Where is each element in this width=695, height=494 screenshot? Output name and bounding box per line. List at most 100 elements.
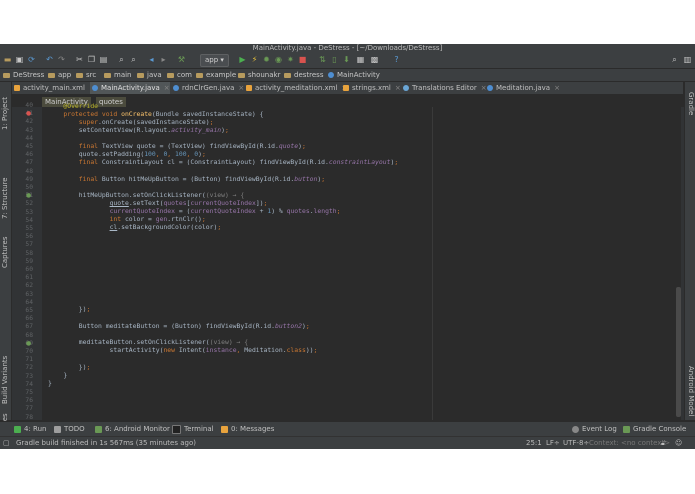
tool-messages[interactable]: 0: Messages: [221, 422, 274, 436]
line-number: 43: [25, 126, 33, 134]
line-separator[interactable]: LF÷: [546, 437, 560, 449]
xml-file-icon: [343, 85, 349, 91]
android-device-monitor-icon[interactable]: ▩: [370, 55, 379, 64]
line-number: 64: [25, 298, 33, 306]
sdk-manager-icon[interactable]: ⬇: [342, 55, 351, 64]
make-project-icon[interactable]: ⚒: [177, 55, 186, 64]
nav-crumb[interactable]: com: [167, 69, 192, 81]
editor-breadcrumb-item[interactable]: quotes: [96, 97, 126, 107]
run-icon[interactable]: ▶: [238, 55, 247, 64]
tab-mainactivity-java[interactable]: MainActivity.java ×: [90, 82, 170, 94]
nav-crumb[interactable]: DeStress: [3, 69, 44, 81]
undo-icon[interactable]: ↶: [45, 55, 54, 64]
implement-marker-icon[interactable]: ●: [26, 193, 32, 199]
line-number: 48: [25, 167, 33, 175]
tab-activity-main-xml[interactable]: activity_main.xml×: [12, 82, 95, 94]
nav-crumb[interactable]: example: [196, 69, 236, 81]
tool-window-captures[interactable]: Captures: [0, 232, 11, 272]
nav-crumb[interactable]: java: [137, 69, 162, 81]
tool-run[interactable]: 4: Run: [14, 422, 46, 436]
lock-icon[interactable]: 🔓︎: [661, 437, 666, 449]
profile-icon[interactable]: ◉: [274, 55, 283, 64]
tool-window-gradle[interactable]: Gradle: [685, 86, 695, 122]
tab-meditation-java[interactable]: Meditation.java ×: [485, 82, 561, 94]
tab-activity-meditation-xml[interactable]: activity_meditation.xml×: [244, 82, 347, 94]
line-number: 57: [25, 241, 33, 249]
override-marker-icon[interactable]: ●: [26, 111, 32, 117]
folder-icon: [104, 72, 111, 78]
nav-crumb[interactable]: MainActivity: [328, 69, 380, 81]
nav-crumb[interactable]: app: [48, 69, 71, 81]
nav-crumb[interactable]: shounakr: [238, 69, 280, 81]
copy-icon[interactable]: ❐: [87, 55, 96, 64]
status-message[interactable]: Gradle build finished in 1s 567ms (35 mi…: [16, 437, 196, 449]
hector-icon[interactable]: ☺︎: [675, 437, 682, 449]
tool-window-structure[interactable]: 7: Structure: [0, 170, 11, 226]
code-line: meditateButton.setOnClickListener((view)…: [48, 338, 249, 346]
attach-debugger-icon[interactable]: ✷: [286, 55, 295, 64]
code-line: @Override: [63, 102, 99, 110]
replace-icon[interactable]: ⌕: [129, 55, 138, 64]
tool-terminal[interactable]: Terminal: [172, 422, 214, 436]
code-editor[interactable]: 40 41 42 43 44 45 46 47 48 49 50 51 52 53 54 55 56 57 58 59…: [12, 102, 684, 421]
tool-gradle-console[interactable]: Gradle Console: [623, 422, 686, 436]
line-number: 74: [25, 380, 33, 388]
code-line: hitMeUpButton.setOnClickListener((view) …: [48, 191, 245, 199]
tool-android-monitor[interactable]: 6: Android Monitor: [95, 422, 170, 436]
paste-icon[interactable]: ▤: [99, 55, 108, 64]
sync-gradle-icon[interactable]: ⇅: [318, 55, 327, 64]
redo-icon[interactable]: ↷: [57, 55, 66, 64]
tool-todo[interactable]: TODO: [54, 422, 85, 436]
implement-marker-icon[interactable]: ●: [26, 341, 32, 347]
tool-window-android-model[interactable]: Android Model: [685, 362, 695, 420]
debug-icon[interactable]: ✹: [262, 55, 271, 64]
stop-icon[interactable]: ■: [298, 55, 307, 64]
caret-position[interactable]: 25:1: [526, 437, 542, 449]
folder-icon: [284, 72, 291, 78]
nav-crumb[interactable]: src: [76, 69, 96, 81]
folder-icon: [3, 72, 10, 78]
folder-icon: [76, 72, 83, 78]
sync-icon[interactable]: ⟳: [27, 55, 36, 64]
search-everywhere-icon[interactable]: ⌕: [670, 55, 679, 64]
tool-event-log[interactable]: Event Log: [572, 422, 617, 436]
nav-crumb[interactable]: main: [104, 69, 132, 81]
panel-toggle-icon[interactable]: ▥: [683, 55, 692, 64]
line-number: 46: [25, 151, 33, 159]
tab-strings-xml[interactable]: strings.xml ×: [341, 82, 405, 94]
code-line: }: [48, 371, 68, 379]
code-line: protected void onCreate(Bundle savedInst…: [63, 110, 264, 118]
class-icon: [328, 72, 334, 78]
save-all-icon[interactable]: ▣: [15, 55, 24, 64]
forward-icon[interactable]: ▸: [159, 55, 168, 64]
line-number-gutter: 40 41 42 43 44 45 46 47 48 49 50 51 52 53 54 55 56 57 58 59…: [12, 102, 42, 421]
tab-translations-editor[interactable]: Translations Editor ×: [401, 82, 489, 94]
tool-window-build-variants[interactable]: Build Variants: [0, 350, 11, 410]
run-config-select[interactable]: app ▾: [200, 54, 229, 67]
cut-icon[interactable]: ✂: [75, 55, 84, 64]
open-folder-icon[interactable]: ▬: [3, 55, 12, 64]
instant-run-icon[interactable]: ⚡: [250, 55, 259, 64]
folder-icon: [167, 72, 174, 78]
line-number: 44: [25, 134, 33, 142]
messages-icon: [221, 425, 228, 433]
tab-rdnclrgen-java[interactable]: rdnClrGen.java ×: [171, 82, 244, 94]
code-line: Button meditateButton = (Button) findVie…: [48, 322, 310, 330]
code-line: quote.setText(quotes[currentQuoteIndex])…: [109, 199, 268, 207]
back-icon[interactable]: ◂: [147, 55, 156, 64]
avd-manager-icon[interactable]: ▯: [330, 55, 339, 64]
help-icon[interactable]: ?: [392, 55, 401, 64]
nav-crumb[interactable]: destress: [284, 69, 323, 81]
status-bar: ▢ Gradle build finished in 1s 567ms (35 …: [0, 436, 695, 449]
tool-window-project[interactable]: 1: Project: [0, 84, 11, 144]
folder-icon: [196, 72, 203, 78]
close-icon[interactable]: ×: [554, 84, 560, 92]
close-icon[interactable]: ×: [395, 84, 401, 92]
file-encoding[interactable]: UTF-8÷: [563, 437, 589, 449]
close-icon[interactable]: ×: [164, 84, 170, 92]
editor-scrollbar[interactable]: [676, 287, 681, 417]
line-number: 49: [25, 175, 33, 183]
status-panel-icon[interactable]: ▢: [3, 437, 10, 449]
find-icon[interactable]: ⌕: [117, 55, 126, 64]
project-structure-icon[interactable]: ▦: [356, 55, 365, 64]
